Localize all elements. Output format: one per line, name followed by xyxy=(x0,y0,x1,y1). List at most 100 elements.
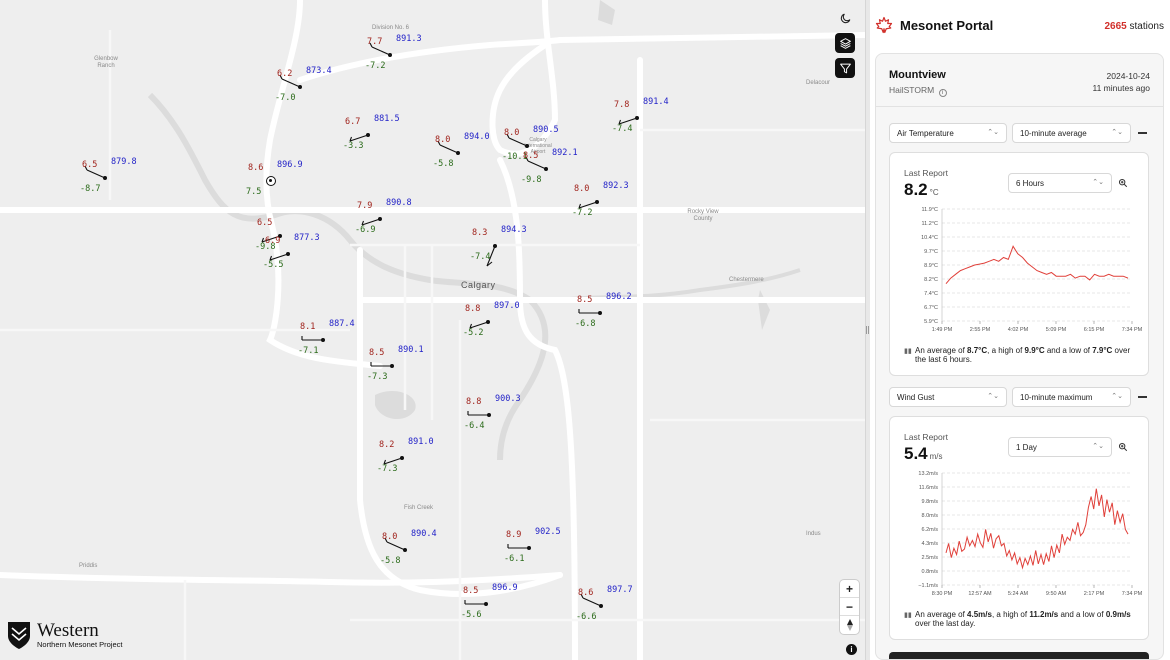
range-select-1[interactable]: 6 Hours ⌃⌄ xyxy=(1008,173,1112,193)
logo-subtitle: Northern Mesonet Project xyxy=(37,639,123,649)
wind-gust-chart[interactable]: 13.2m/s 11.6m/s 9.8m/s 8.0m/s 6.2m/s 4.3m/s 2.… xyxy=(890,469,1150,604)
station-dewpoint: -5.2 xyxy=(463,328,484,338)
last-report-value-2: 5.4 m/s xyxy=(904,444,943,464)
x-tick-label: 5:24 AM xyxy=(1008,591,1029,597)
station-temperature: 8.0 xyxy=(574,184,590,194)
filter-button[interactable] xyxy=(835,58,855,78)
station-dot[interactable] xyxy=(378,217,382,221)
station-temperature: 8.5 xyxy=(577,295,593,305)
summary-2-low: 0.9m/s xyxy=(1105,610,1131,619)
station-pressure: 892.1 xyxy=(552,148,578,158)
station-count-value: 2665 xyxy=(1104,21,1127,32)
y-tick-label: 9.8m/s xyxy=(921,499,938,505)
selected-station-marker[interactable] xyxy=(266,176,276,186)
updown-chevron-icon: ⌃⌄ xyxy=(1092,179,1104,186)
side-panel: Mesonet Portal 2665 stations Mountview H… xyxy=(870,0,1170,660)
collapse-panel-1-button[interactable] xyxy=(1138,132,1147,134)
station-dot[interactable] xyxy=(400,456,404,460)
x-tick-label: 9:50 AM xyxy=(1046,591,1067,597)
map[interactable]: Division No. 6 Glenbow Ranch Delacour Ro… xyxy=(0,0,865,660)
station-dewpoint: -5.8 xyxy=(433,159,454,169)
station-pressure: 897.7 xyxy=(607,585,633,595)
compass-icon xyxy=(846,619,853,631)
y-tick-label: 9.7°C xyxy=(924,249,938,255)
station-temperature: 6.5 xyxy=(257,218,273,228)
variable-select-2[interactable]: Wind Gust ⌃⌄ xyxy=(889,387,1007,407)
station-dot[interactable] xyxy=(595,200,599,204)
wind-barb xyxy=(508,137,528,147)
reset-bearing-button[interactable] xyxy=(840,616,859,634)
layers-button[interactable] xyxy=(835,33,855,53)
station-pressure: 896.2 xyxy=(606,292,632,302)
station-dot[interactable] xyxy=(298,85,302,89)
y-tick-label: 11.9°C xyxy=(922,207,938,213)
updown-chevron-icon: ⌃⌄ xyxy=(1111,393,1123,400)
station-card: Mountview HailSTORM i 2024-10-24 11 minu… xyxy=(875,53,1164,660)
network-info-icon[interactable]: i xyxy=(938,89,947,97)
last-report-number-2: 5.4 xyxy=(904,444,928,463)
station-dot[interactable] xyxy=(390,364,394,368)
aggregation-select-1-value: 10-minute average xyxy=(1020,129,1087,138)
x-tick-label: 7:34 PM xyxy=(1122,591,1143,597)
collapse-panel-2-button[interactable] xyxy=(1138,396,1147,398)
station-dewpoint: -5.5 xyxy=(263,260,284,270)
station-dot[interactable] xyxy=(456,151,460,155)
y-tick-label: 6.7°C xyxy=(924,305,938,311)
y-tick-label: 5.9°C xyxy=(924,319,938,325)
station-pressure: 891.4 xyxy=(643,97,669,107)
station-dot[interactable] xyxy=(635,116,639,120)
station-pressure: 879.8 xyxy=(111,157,137,167)
station-dot[interactable] xyxy=(486,320,490,324)
station-dewpoint: -7.1 xyxy=(298,346,319,356)
next-panel-header[interactable] xyxy=(889,652,1149,659)
station-dot[interactable] xyxy=(286,252,290,256)
station-dot[interactable] xyxy=(493,244,497,248)
range-select-2-value: 1 Day xyxy=(1016,443,1037,452)
station-dot[interactable] xyxy=(103,176,107,180)
last-report-unit-1: °C xyxy=(929,188,939,197)
station-dot[interactable] xyxy=(598,311,602,315)
station-dot[interactable] xyxy=(527,546,531,550)
filter-icon xyxy=(839,63,851,73)
station-dot[interactable] xyxy=(321,338,325,342)
panel-header: Mesonet Portal 2665 stations xyxy=(870,0,1170,50)
zoom-chart-icon[interactable] xyxy=(1118,178,1128,188)
station-dot[interactable] xyxy=(487,413,491,417)
temperature-chart[interactable]: 11.9°C 11.2°C 10.4°C 9.7°C 8.9°C 8.2°C 7.4°C 6.… xyxy=(890,205,1150,340)
zoom-controls: + − xyxy=(840,580,859,634)
wind-barb xyxy=(439,144,459,154)
station-pressure: 890.5 xyxy=(533,125,559,135)
station-dot[interactable] xyxy=(366,133,370,137)
zoom-chart-icon[interactable] xyxy=(1118,442,1128,452)
station-temperature: 8.0 xyxy=(504,128,520,138)
station-dot[interactable] xyxy=(525,144,529,148)
zoom-in-button[interactable]: + xyxy=(840,580,859,598)
station-name: Mountview xyxy=(889,69,946,81)
station-dewpoint: -5.8 xyxy=(380,556,401,566)
station-pressure: 892.3 xyxy=(603,181,629,191)
station-dot[interactable] xyxy=(484,602,488,606)
station-dewpoint: -8.7 xyxy=(80,184,101,194)
station-dot[interactable] xyxy=(388,53,392,57)
summary-2-pre: An average of xyxy=(915,610,968,619)
station-dot[interactable] xyxy=(544,167,548,171)
range-select-2[interactable]: 1 Day ⌃⌄ xyxy=(1008,437,1112,457)
range-select-1-value: 6 Hours xyxy=(1016,179,1045,188)
variable-select-1[interactable]: Air Temperature ⌃⌄ xyxy=(889,123,1007,143)
summary-1-avg: 8.7°C xyxy=(967,346,988,355)
station-dewpoint: -7.2 xyxy=(572,208,593,218)
attribution-info-icon[interactable]: i xyxy=(846,644,857,655)
y-tick-label: 13.2m/s xyxy=(918,471,938,477)
dark-mode-toggle[interactable] xyxy=(835,8,855,28)
station-dot[interactable] xyxy=(599,604,603,608)
station-temperature: 8.8 xyxy=(465,304,481,314)
x-tick-label: 8:30 PM xyxy=(932,591,953,597)
summary-1-mid2: and a low of xyxy=(1044,346,1093,355)
aggregation-select-1[interactable]: 10-minute average ⌃⌄ xyxy=(1012,123,1131,143)
x-tick-label: 6:15 PM xyxy=(1084,327,1105,333)
zoom-out-button[interactable]: − xyxy=(840,598,859,616)
wind-barb xyxy=(371,46,391,56)
aggregation-select-2[interactable]: 10-minute maximum ⌃⌄ xyxy=(1012,387,1131,407)
wind-barb xyxy=(527,160,547,170)
station-dot[interactable] xyxy=(403,548,407,552)
